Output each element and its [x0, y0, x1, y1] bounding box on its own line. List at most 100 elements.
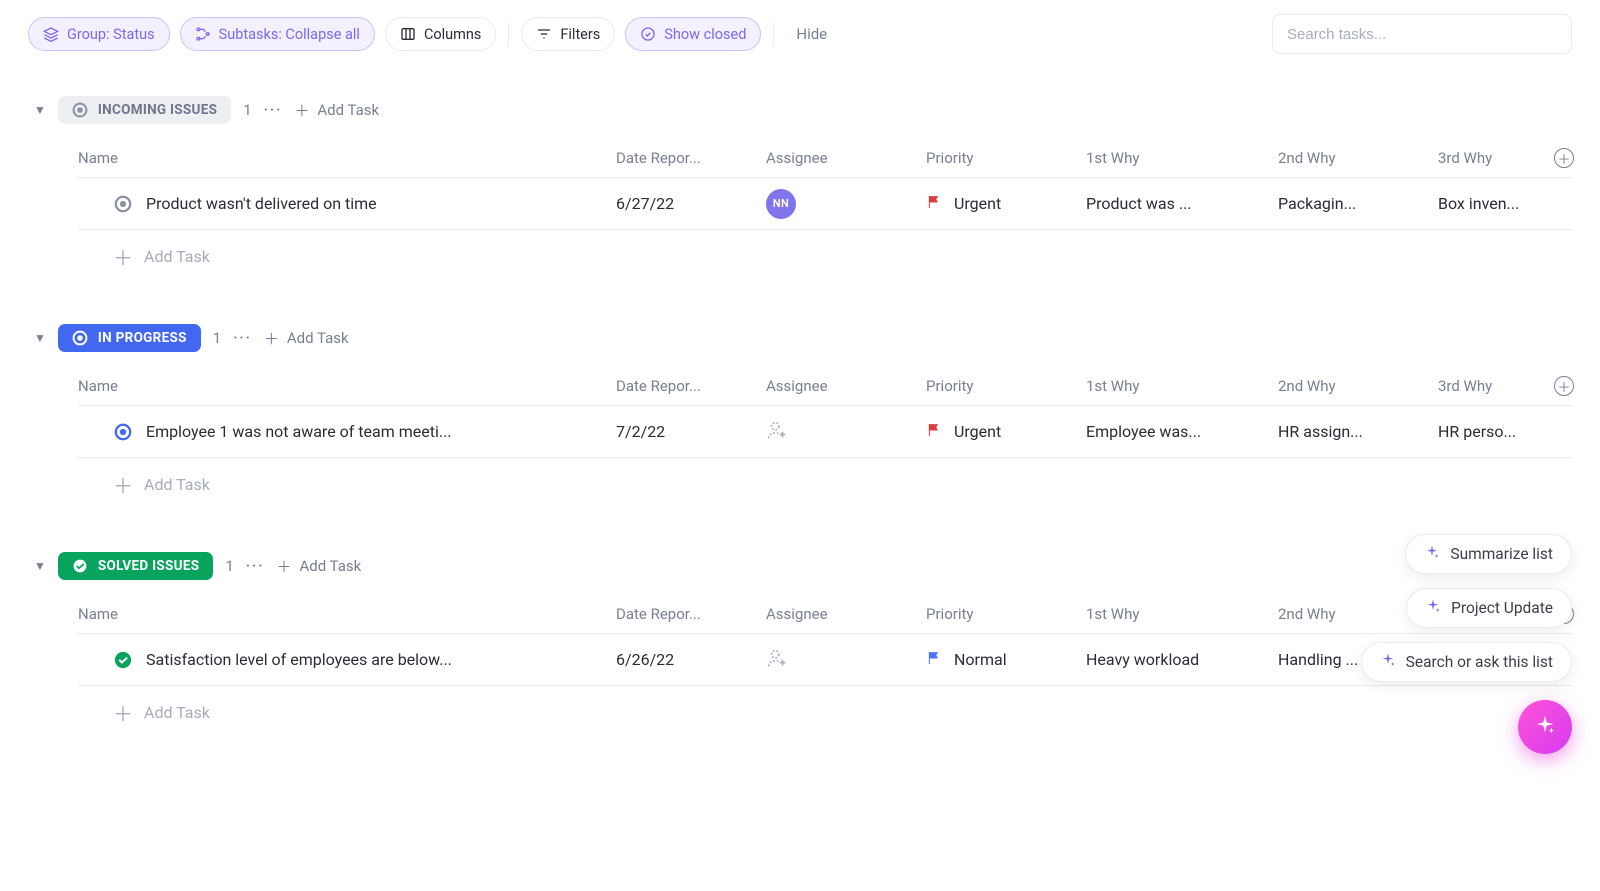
task-priority[interactable]: Urgent	[926, 421, 1086, 443]
table: Name Date Repor... Assignee Priority 1st…	[78, 594, 1572, 738]
group-header: ▼ SOLVED ISSUES 1 ··· ＋ Add Task	[28, 552, 1572, 580]
col-priority[interactable]: Priority	[926, 377, 1086, 395]
show-closed-button[interactable]: Show closed	[625, 17, 761, 51]
hide-button[interactable]: Hide	[786, 25, 837, 43]
table-header: Name Date Repor... Assignee Priority 1st…	[78, 594, 1572, 634]
col-name[interactable]: Name	[78, 149, 616, 167]
plus-icon: ＋	[114, 242, 132, 271]
add-task-row[interactable]: ＋ Add Task	[78, 230, 1572, 282]
status-label: IN PROGRESS	[98, 330, 187, 346]
group-solved: ▼ SOLVED ISSUES 1 ··· ＋ Add Task Name Da…	[28, 552, 1572, 738]
col-name[interactable]: Name	[78, 377, 616, 395]
task-assignee-empty[interactable]	[766, 419, 926, 445]
col-2nd-why[interactable]: 2nd Why	[1278, 377, 1438, 395]
task-assignee[interactable]: NN	[766, 189, 926, 219]
status-pill-incoming[interactable]: INCOMING ISSUES	[58, 96, 231, 124]
add-task-button[interactable]: ＋ Add Task	[276, 556, 361, 577]
plus-icon: ＋	[114, 470, 132, 499]
task-why3[interactable]: HR perso...	[1438, 422, 1558, 441]
task-assignee-empty[interactable]	[766, 647, 926, 673]
col-1st-why[interactable]: 1st Why	[1086, 377, 1278, 395]
col-3rd-why[interactable]: 3rd Why	[1438, 149, 1558, 167]
task-why2[interactable]: HR assign...	[1278, 422, 1438, 441]
ai-summarize-button[interactable]: Summarize list	[1405, 534, 1572, 574]
filters-button[interactable]: Filters	[521, 17, 615, 51]
col-priority[interactable]: Priority	[926, 605, 1086, 623]
task-name[interactable]: Employee 1 was not aware of team meeti..…	[146, 422, 452, 441]
col-2nd-why[interactable]: 2nd Why	[1278, 149, 1438, 167]
columns-icon	[400, 26, 416, 42]
task-date[interactable]: 7/2/22	[616, 422, 766, 441]
flag-icon	[926, 421, 942, 443]
status-open-icon[interactable]	[114, 195, 132, 213]
chevron-down-icon[interactable]: ▼	[34, 103, 46, 117]
flag-icon	[926, 649, 942, 671]
add-column-button[interactable]: ＋	[1554, 148, 1574, 168]
priority-label: Urgent	[954, 422, 1001, 441]
more-icon[interactable]: ···	[246, 558, 265, 574]
check-circle-icon	[640, 26, 656, 42]
flag-icon	[926, 193, 942, 215]
add-task-label: Add Task	[317, 101, 379, 119]
subtasks-label: Subtasks: Collapse all	[219, 26, 360, 43]
plus-icon: ＋	[264, 328, 279, 349]
more-icon[interactable]: ···	[264, 102, 283, 118]
task-name[interactable]: Satisfaction level of employees are belo…	[146, 650, 452, 669]
status-pill-solved[interactable]: SOLVED ISSUES	[58, 552, 213, 580]
ai-summarize-label: Summarize list	[1450, 545, 1553, 563]
filters-label: Filters	[560, 26, 600, 43]
task-name[interactable]: Product wasn't delivered on time	[146, 194, 377, 213]
col-3rd-why[interactable]: 3rd Why	[1438, 377, 1558, 395]
add-task-label: Add Task	[299, 557, 361, 575]
table-row[interactable]: Employee 1 was not aware of team meeti..…	[78, 406, 1572, 458]
ai-project-update-button[interactable]: Project Update	[1406, 588, 1572, 628]
search-input[interactable]	[1272, 14, 1572, 54]
status-done-icon	[72, 558, 88, 574]
task-date[interactable]: 6/26/22	[616, 650, 766, 669]
sparkle-icon	[1534, 714, 1556, 740]
table-row[interactable]: Product wasn't delivered on time 6/27/22…	[78, 178, 1572, 230]
sparkle-icon	[1424, 544, 1440, 564]
subtasks-button[interactable]: Subtasks: Collapse all	[180, 17, 375, 51]
task-why1[interactable]: Heavy workload	[1086, 650, 1278, 669]
add-task-button[interactable]: ＋ Add Task	[264, 328, 349, 349]
col-assignee[interactable]: Assignee	[766, 377, 926, 395]
col-priority[interactable]: Priority	[926, 149, 1086, 167]
col-date-reported[interactable]: Date Repor...	[616, 377, 766, 395]
chevron-down-icon[interactable]: ▼	[34, 331, 46, 345]
col-1st-why[interactable]: 1st Why	[1086, 149, 1278, 167]
col-1st-why[interactable]: 1st Why	[1086, 605, 1278, 623]
avatar: NN	[766, 189, 796, 219]
col-name[interactable]: Name	[78, 605, 616, 623]
ai-fab-button[interactable]	[1518, 700, 1572, 754]
status-done-icon[interactable]	[114, 651, 132, 669]
columns-button[interactable]: Columns	[385, 17, 496, 51]
col-assignee[interactable]: Assignee	[766, 149, 926, 167]
chevron-down-icon[interactable]: ▼	[34, 559, 46, 573]
col-assignee[interactable]: Assignee	[766, 605, 926, 623]
hide-label: Hide	[796, 25, 827, 43]
col-date-reported[interactable]: Date Repor...	[616, 605, 766, 623]
table-row[interactable]: Satisfaction level of employees are belo…	[78, 634, 1572, 686]
task-why1[interactable]: Product was ...	[1086, 194, 1278, 213]
task-why2[interactable]: Packagin...	[1278, 194, 1438, 213]
task-why3[interactable]: Box inven...	[1438, 194, 1558, 213]
group-by-button[interactable]: Group: Status	[28, 17, 170, 51]
person-plus-icon	[766, 654, 788, 673]
status-pill-in-progress[interactable]: IN PROGRESS	[58, 324, 201, 352]
add-task-label: Add Task	[144, 247, 210, 266]
task-why1[interactable]: Employee was...	[1086, 422, 1278, 441]
status-progress-icon[interactable]	[114, 423, 132, 441]
task-priority[interactable]: Normal	[926, 649, 1086, 671]
add-column-button[interactable]: ＋	[1554, 376, 1574, 396]
add-task-row[interactable]: ＋ Add Task	[78, 458, 1572, 510]
ai-search-ask-button[interactable]: Search or ask this list	[1361, 642, 1572, 682]
task-priority[interactable]: Urgent	[926, 193, 1086, 215]
priority-label: Urgent	[954, 194, 1001, 213]
table: Name Date Repor... Assignee Priority 1st…	[78, 366, 1572, 510]
more-icon[interactable]: ···	[233, 330, 252, 346]
add-task-row[interactable]: ＋ Add Task	[78, 686, 1572, 738]
col-date-reported[interactable]: Date Repor...	[616, 149, 766, 167]
add-task-button[interactable]: ＋ Add Task	[294, 100, 379, 121]
task-date[interactable]: 6/27/22	[616, 194, 766, 213]
